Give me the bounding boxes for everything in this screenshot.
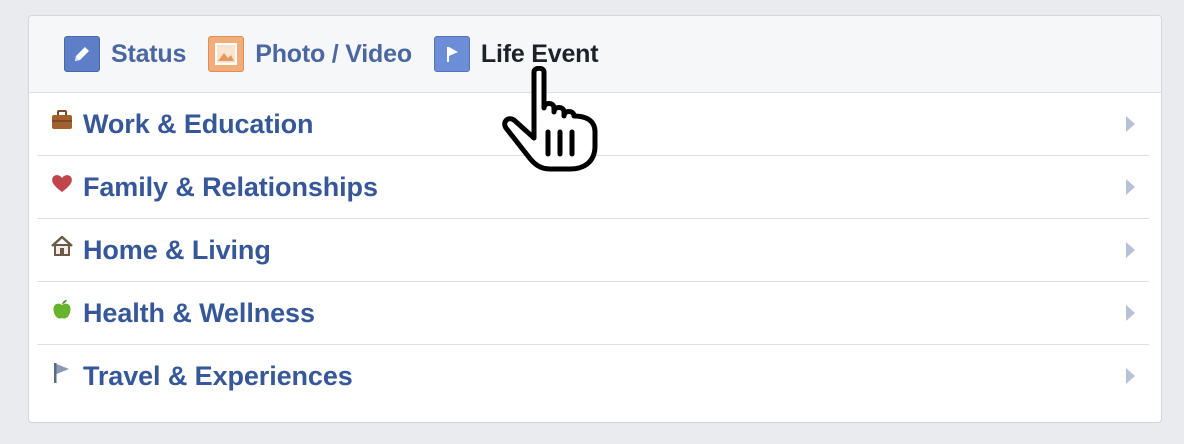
flag-icon bbox=[49, 361, 75, 387]
chevron-right-icon bbox=[1126, 242, 1135, 258]
chevron-right-icon bbox=[1126, 305, 1135, 321]
life-event-list: Work & Education Family & Relationships … bbox=[29, 93, 1161, 407]
list-item-label: Home & Living bbox=[83, 234, 271, 265]
house-icon bbox=[49, 235, 75, 261]
list-item-label: Travel & Experiences bbox=[83, 360, 353, 391]
tab-photo-video[interactable]: Photo / Video bbox=[208, 36, 412, 72]
briefcase-icon bbox=[49, 109, 75, 135]
chevron-right-icon bbox=[1126, 368, 1135, 384]
pencil-icon bbox=[64, 36, 100, 72]
tab-life-event-label: Life Event bbox=[480, 39, 599, 68]
flag-icon bbox=[433, 36, 470, 72]
list-item-family-relationships[interactable]: Family & Relationships bbox=[37, 156, 1149, 219]
life-event-card: Status Photo / Video Life Event Work & E… bbox=[28, 15, 1162, 423]
list-item-label: Family & Relationships bbox=[83, 171, 378, 202]
list-item-work-education[interactable]: Work & Education bbox=[37, 93, 1149, 156]
chevron-right-icon bbox=[1126, 179, 1135, 195]
list-item-home-living[interactable]: Home & Living bbox=[37, 219, 1149, 282]
list-item-health-wellness[interactable]: Health & Wellness bbox=[37, 282, 1149, 345]
tab-status-label: Status bbox=[111, 39, 187, 68]
list-item-label: Work & Education bbox=[83, 108, 314, 139]
list-item-travel-experiences[interactable]: Travel & Experiences bbox=[37, 345, 1149, 407]
apple-icon bbox=[49, 298, 75, 324]
heart-icon bbox=[49, 172, 75, 198]
photo-icon bbox=[208, 36, 245, 72]
tab-life-event[interactable]: Life Event bbox=[433, 36, 599, 72]
list-item-label: Health & Wellness bbox=[83, 297, 315, 328]
composer-tabs: Status Photo / Video Life Event bbox=[29, 16, 1161, 93]
tab-photo-video-label: Photo / Video bbox=[255, 39, 412, 68]
chevron-right-icon bbox=[1126, 116, 1135, 132]
tab-status[interactable]: Status bbox=[64, 36, 186, 72]
